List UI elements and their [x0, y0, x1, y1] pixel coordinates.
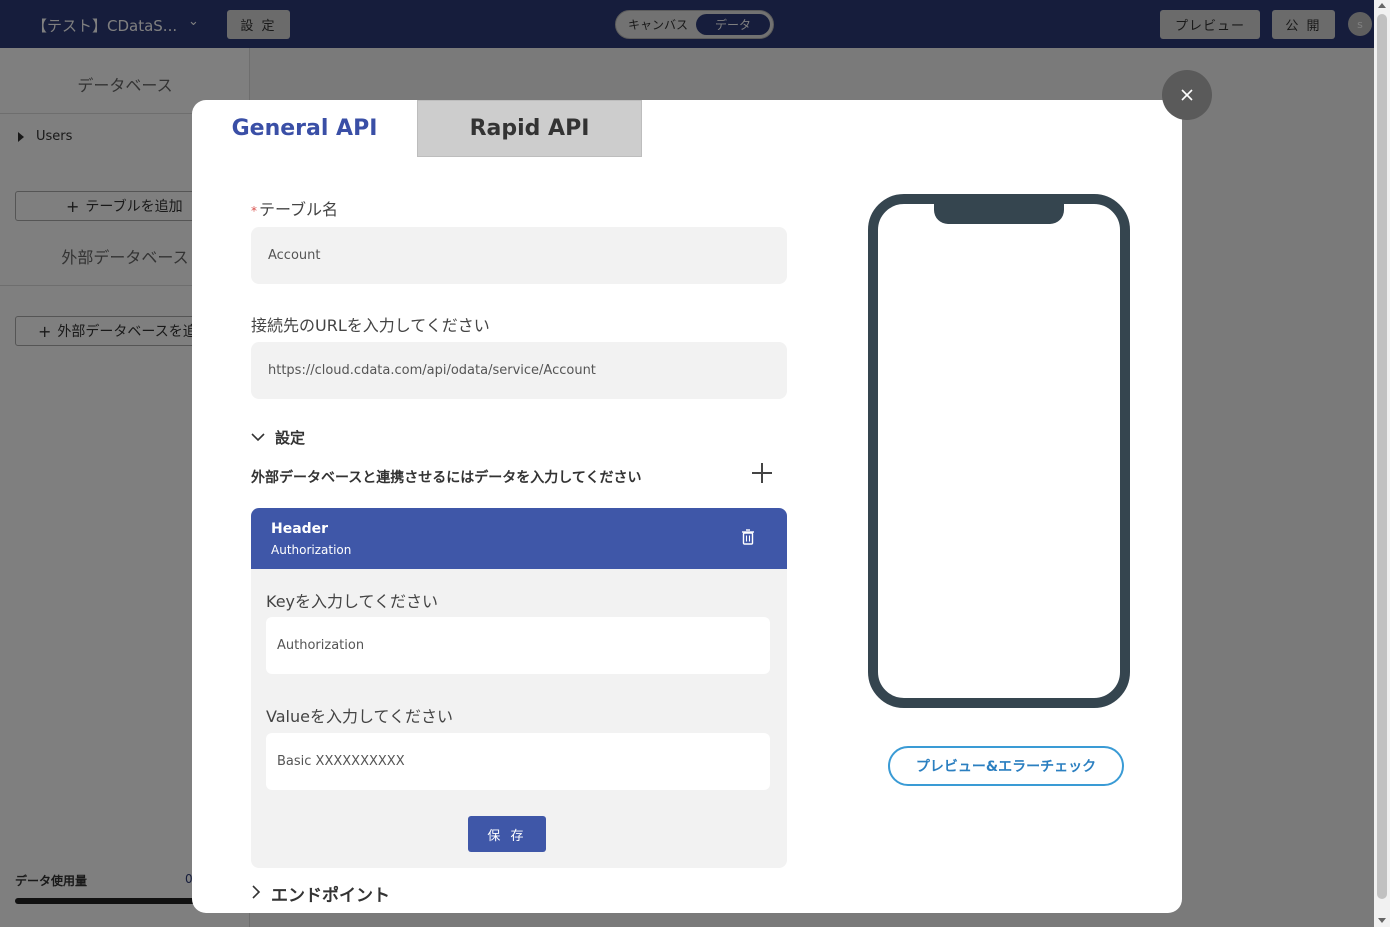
- close-icon[interactable]: [1162, 70, 1212, 120]
- phone-notch: [934, 202, 1064, 224]
- settings-section-label: 設定: [275, 429, 306, 447]
- header-card-title-bar[interactable]: Header Authorization: [251, 508, 787, 569]
- endpoint-section-label: エンドポイント: [271, 886, 390, 906]
- value-input[interactable]: [266, 733, 770, 790]
- external-instruction: 外部データベースと連携させるにはデータを入力してください: [251, 470, 642, 486]
- header-card-key: Authorization: [271, 543, 352, 557]
- plus-icon[interactable]: [750, 461, 774, 490]
- external-api-modal: General API Rapid API *テーブル名 接続先のURLを入力し…: [192, 100, 1182, 913]
- header-card: Header Authorization Keyを入力してください Valueを…: [251, 508, 787, 868]
- scroll-up-icon[interactable]: [1378, 3, 1386, 8]
- url-input[interactable]: [251, 342, 787, 399]
- value-label: Valueを入力してください: [266, 707, 453, 726]
- tab-rapid-api[interactable]: Rapid API: [417, 100, 642, 157]
- phone-preview: [868, 194, 1130, 708]
- scroll-down-icon[interactable]: [1378, 918, 1386, 923]
- required-mark: *: [251, 204, 257, 218]
- endpoint-section-toggle[interactable]: エンドポイント: [251, 881, 390, 906]
- key-input[interactable]: [266, 617, 770, 674]
- key-label: Keyを入力してください: [266, 592, 439, 611]
- page-scrollbar[interactable]: [1374, 0, 1390, 927]
- table-name-label: * テーブル名: [251, 196, 338, 220]
- trash-icon[interactable]: [741, 529, 759, 549]
- table-name-label-text: テーブル名: [259, 200, 339, 219]
- header-card-type: Header: [271, 521, 329, 537]
- chevron-right-icon: [251, 884, 261, 903]
- scroll-thumb[interactable]: [1377, 14, 1387, 899]
- settings-section-toggle[interactable]: 設定: [251, 427, 305, 448]
- save-button[interactable]: 保 存: [468, 816, 546, 852]
- preview-error-check-button[interactable]: プレビュー&エラーチェック: [888, 746, 1124, 786]
- tab-general-api[interactable]: General API: [192, 100, 417, 157]
- url-label: 接続先のURLを入力してください: [251, 316, 490, 335]
- table-name-input[interactable]: [251, 227, 787, 284]
- chevron-down-icon: [251, 430, 265, 446]
